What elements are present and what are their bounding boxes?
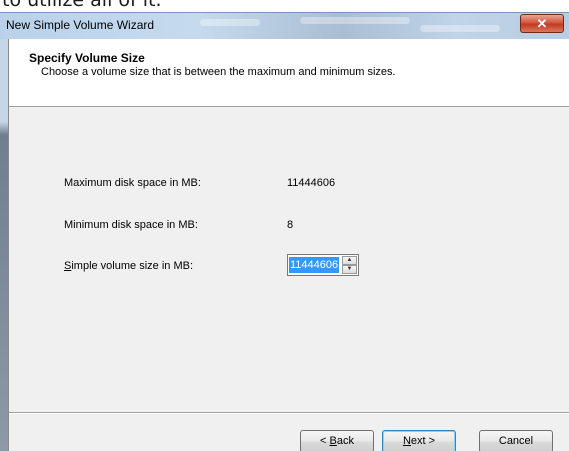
volume-size-spinner[interactable]: 11444606 ▲ ▼	[287, 254, 359, 276]
spinner-down-button[interactable]: ▼	[342, 265, 357, 274]
close-button[interactable]: ✕	[520, 14, 564, 33]
footer-divider	[9, 412, 569, 414]
max-disk-space-value: 11444606	[287, 177, 336, 189]
close-icon: ✕	[536, 16, 548, 31]
wizard-body: Specify Volume Size Choose a volume size…	[8, 39, 569, 451]
volume-size-label: Simple volume size in MB:	[64, 260, 193, 272]
next-button-text: ext >	[410, 435, 436, 447]
wizard-window: New Simple Volume Wizard ✕ Specify Volum…	[0, 12, 569, 451]
back-button-text: ack	[336, 435, 354, 447]
spinner-buttons: ▲ ▼	[342, 256, 357, 274]
arrow-up-icon: ▲	[346, 257, 353, 263]
blurred-background	[420, 25, 500, 32]
page-subtitle: Choose a volume size that is between the…	[41, 66, 396, 78]
min-disk-space-value: 8	[287, 219, 294, 231]
spinner-up-button[interactable]: ▲	[342, 256, 357, 265]
background-document-text: to utilize all of it.	[2, 0, 162, 11]
next-button-mnemonic: N	[402, 435, 411, 447]
title-bar[interactable]: New Simple Volume Wizard ✕	[0, 12, 569, 39]
next-button[interactable]: Next >	[382, 430, 456, 451]
back-button-mnemonic: B	[329, 435, 337, 447]
volume-size-label-text: imple volume size in MB:	[71, 260, 193, 272]
blurred-background	[200, 19, 260, 26]
back-button[interactable]: < Back	[300, 430, 374, 451]
volume-size-input[interactable]: 11444606	[289, 257, 340, 273]
blurred-background	[300, 17, 410, 24]
max-disk-space-label: Maximum disk space in MB:	[64, 177, 201, 189]
min-disk-space-label: Minimum disk space in MB:	[64, 219, 198, 231]
wizard-header: Specify Volume Size Choose a volume size…	[9, 39, 569, 107]
page-title: Specify Volume Size	[29, 51, 145, 65]
back-button-prefix: <	[320, 435, 330, 447]
window-title: New Simple Volume Wizard	[6, 18, 155, 32]
arrow-down-icon: ▼	[346, 266, 353, 272]
cancel-button[interactable]: Cancel	[479, 430, 553, 451]
window-left-border	[0, 12, 8, 451]
